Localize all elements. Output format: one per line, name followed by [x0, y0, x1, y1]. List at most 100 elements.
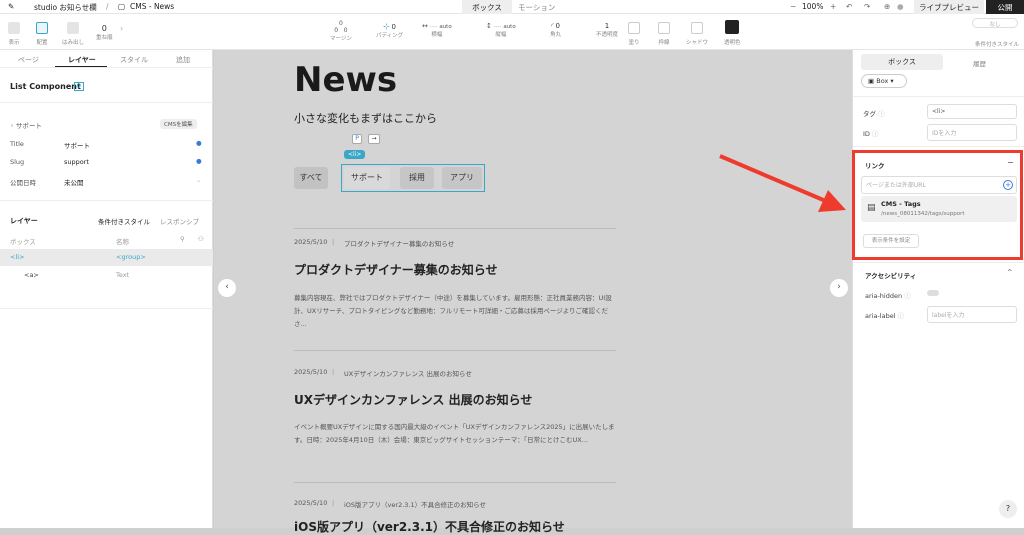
live-preview-button[interactable]: ライブプレビュー — [914, 0, 984, 14]
field-value-date[interactable]: 未公開 — [64, 177, 84, 187]
zoom-in-icon[interactable]: + — [830, 2, 836, 11]
field-label-title: Title — [10, 140, 24, 148]
aria-label-input[interactable]: labelを入力 — [927, 306, 1017, 323]
opacity-control[interactable]: 1 不透明度 — [596, 22, 618, 38]
page-title[interactable]: News — [294, 60, 397, 100]
width-icon: ↔ — [422, 22, 428, 30]
fill-control[interactable]: 塗り — [628, 22, 640, 46]
text-color-control[interactable]: 透明色 — [724, 20, 741, 46]
page-subtitle[interactable]: 小さな変化もまずはここから — [294, 110, 437, 126]
chevron-down-icon: ▾ — [890, 77, 894, 85]
tab-conditional-style[interactable]: 条件付きスタイル — [98, 216, 150, 226]
column-name: 名称 — [116, 238, 129, 246]
layout-control[interactable]: 配置 — [36, 22, 48, 46]
annotation-arrow-icon — [719, 154, 846, 212]
status-dot: ● — [196, 139, 202, 147]
tab-box[interactable]: ボックス — [861, 54, 943, 70]
tab-pages[interactable]: ページ — [18, 55, 39, 65]
chevron-down-icon[interactable]: ⌄ — [196, 176, 201, 184]
fill-icon — [628, 22, 640, 34]
height-control[interactable]: ↕ ---- auto 縦幅 — [486, 22, 516, 38]
aria-label-label: aria-label ⓘ — [865, 312, 905, 320]
users-icon: ⚇ — [198, 235, 204, 243]
redo-icon[interactable]: ↷ — [864, 2, 870, 11]
filter-app-button[interactable]: アプリ — [442, 167, 482, 189]
border-control[interactable]: 枠線 — [658, 22, 670, 46]
height-icon: ↕ — [486, 22, 492, 30]
tab-box[interactable]: ボックス — [462, 0, 512, 14]
article-title[interactable]: プロダクトデザイナー募集のお知らせ — [294, 261, 498, 278]
help-icon: ⓘ — [904, 292, 911, 300]
zoom-out-icon[interactable]: − — [790, 2, 796, 11]
filter-support-button[interactable]: サポート — [344, 167, 390, 189]
next-arrow-icon[interactable]: › — [830, 279, 848, 297]
top-bar: ✎ studio お知らせ欄 / ▢ CMS - News ボックス モーション… — [0, 0, 1024, 14]
filter-recruit-button[interactable]: 採用 — [400, 167, 434, 189]
layer-name-text: Text — [116, 271, 130, 279]
avatar[interactable]: ● — [897, 2, 904, 11]
tab-history[interactable]: 履歴 — [973, 58, 986, 68]
breadcrumb-site[interactable]: studio お知らせ欄 — [34, 2, 97, 13]
article-title[interactable]: UXデザインカンファレンス 出展のお知らせ — [294, 391, 532, 408]
selected-tag-badge: <li> — [344, 150, 366, 159]
tab-styles[interactable]: スタイル — [120, 55, 148, 65]
component-title: List Component — [10, 82, 81, 91]
layer-box-li: <li> — [10, 253, 25, 261]
divider — [853, 96, 1024, 97]
page-icon: ▢ — [118, 2, 126, 11]
radius-icon: ◜ — [551, 22, 554, 30]
accessibility-title: アクセシビリティ — [865, 272, 917, 280]
undo-icon[interactable]: ↶ — [846, 2, 852, 11]
style-toolbar: 表示 配置 はみ出し 0 重ね順 › 00 0 マージン ⊹ 0 パディング ↔ --… — [0, 14, 1024, 50]
box-type-select[interactable]: ▣ Box ▾ — [861, 74, 907, 88]
tag-label: タグ ⓘ — [863, 110, 885, 118]
arrow-right-icon[interactable]: → — [368, 134, 380, 144]
padding-control[interactable]: ⊹ 0 パディング — [376, 22, 403, 39]
radius-control[interactable]: ◜ 0 角丸 — [550, 22, 561, 38]
tab-motion[interactable]: モーション — [518, 2, 555, 13]
help-button[interactable]: ? — [999, 500, 1017, 518]
chevron-up-icon[interactable]: ^ — [1007, 268, 1012, 276]
layer-row[interactable]: <a> Text — [0, 266, 213, 283]
divider — [0, 102, 213, 103]
layout-icon — [36, 22, 48, 34]
condition-select[interactable]: なし — [972, 18, 1018, 28]
divider — [0, 67, 213, 68]
order-control[interactable]: 0 重ね順 — [96, 24, 113, 41]
help-icon: ⓘ — [872, 130, 879, 138]
width-control[interactable]: ↔ ---- auto 横幅 — [422, 22, 452, 38]
margin-control[interactable]: 00 0 マージン — [330, 20, 352, 42]
layer-row-selected[interactable]: <li> <group> — [0, 249, 213, 266]
date-separator: | — [332, 368, 335, 376]
dot-icon: ◦ — [10, 122, 14, 130]
field-value-slug[interactable]: support — [64, 158, 89, 166]
article-tag: プロダクトデザイナー募集のお知らせ — [344, 240, 455, 248]
tab-responsive[interactable]: レスポンシブ — [160, 216, 199, 226]
zoom-level[interactable]: 100% — [802, 2, 823, 11]
component-count-badge: 0 — [74, 82, 84, 91]
cms-edit-button[interactable]: CMSを編集 — [160, 119, 197, 129]
publish-button[interactable]: 公開 — [986, 0, 1024, 14]
divider — [294, 482, 616, 483]
breadcrumb-page[interactable]: CMS - News — [130, 2, 174, 11]
pen-icon[interactable]: ✎ — [8, 2, 14, 11]
article-title[interactable]: iOS版アプリ（ver2.3.1）不具合修正のお知らせ — [294, 518, 565, 535]
filter-all-button[interactable]: すべて — [294, 167, 328, 189]
shadow-control[interactable]: シャドウ — [686, 22, 708, 46]
border-icon — [658, 22, 670, 34]
tab-add[interactable]: 追加 — [176, 55, 190, 65]
condition-label: 条件付きスタイル — [974, 42, 1019, 48]
chevron-right-icon[interactable]: › — [120, 24, 123, 33]
divider — [0, 200, 213, 201]
display-control[interactable]: 表示 — [8, 22, 20, 46]
id-input[interactable]: IDを入力 — [927, 124, 1017, 141]
add-icon[interactable]: ⊕ — [884, 2, 890, 11]
parent-select-icon[interactable]: P — [352, 134, 362, 144]
tag-select[interactable]: <li> — [927, 104, 1017, 119]
aria-hidden-toggle[interactable] — [927, 290, 939, 296]
field-label-slug: Slug — [10, 158, 25, 166]
prev-arrow-icon[interactable]: ‹ — [218, 279, 236, 297]
field-value-title[interactable]: サポート — [64, 140, 90, 150]
tab-layers[interactable]: レイヤー — [68, 55, 96, 65]
overflow-control[interactable]: はみ出し — [62, 22, 84, 46]
